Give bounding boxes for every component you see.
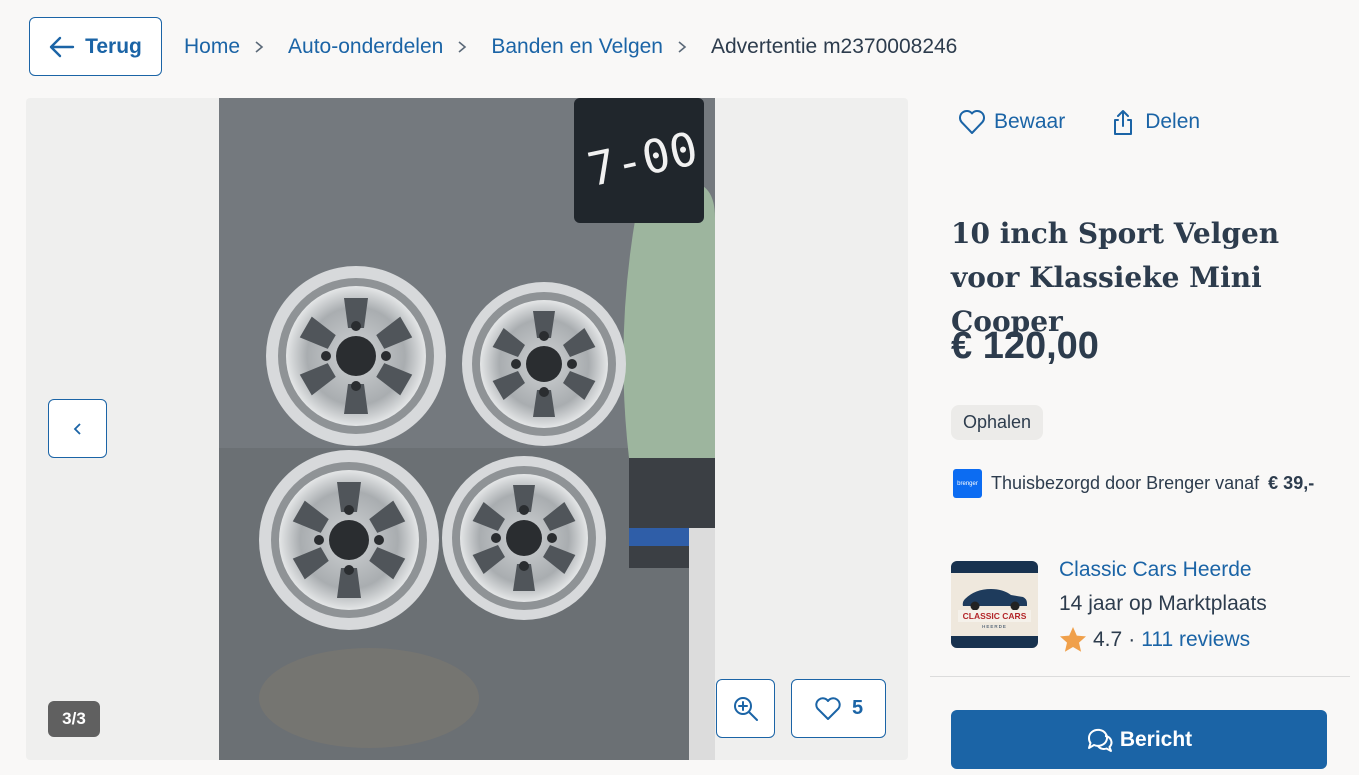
save-button[interactable]: Bewaar [958, 108, 1065, 136]
seller-card: CLASSIC CARS HEERDE Classic Cars Heerde … [951, 558, 1341, 658]
zoom-in-icon [733, 696, 758, 721]
breadcrumb: Home Auto-onderdelen Banden en Velgen Ad… [184, 32, 957, 62]
listing-photo[interactable]: 7-00 [219, 98, 715, 760]
share-icon [1114, 110, 1133, 135]
zoom-button[interactable] [716, 679, 775, 738]
delivery-info: brenger Thuisbezorgd door Brenger vanaf … [953, 469, 1314, 498]
share-button-label: Delen [1145, 110, 1201, 133]
seller-membership: 14 jaar op Marktplaats [1059, 592, 1267, 615]
share-button[interactable]: Delen [1109, 108, 1200, 136]
delivery-price: € 39,- [1268, 473, 1315, 493]
heart-icon [959, 110, 985, 134]
previous-image-button[interactable] [48, 399, 107, 458]
chevron-right-icon [457, 40, 467, 54]
chat-bubbles-icon [1087, 728, 1113, 752]
chevron-right-icon [677, 40, 687, 54]
heart-icon [815, 696, 841, 720]
image-gallery: 7-00 3/3 5 [26, 98, 908, 760]
breadcrumb-current: Advertentie m2370008246 [711, 35, 958, 58]
rating-value: 4.7 [1093, 627, 1123, 651]
svg-text:CLASSIC CARS: CLASSIC CARS [963, 611, 1027, 621]
seller-avatar[interactable]: CLASSIC CARS HEERDE [951, 561, 1038, 648]
back-button-label: Terug [85, 34, 142, 58]
breadcrumb-home[interactable]: Home [184, 35, 240, 59]
listing-price: € 120,00 [951, 325, 1099, 367]
delivery-method-badge: Ophalen [951, 405, 1044, 440]
breadcrumb-banden-en-velgen[interactable]: Banden en Velgen [491, 35, 663, 59]
chevron-right-icon [254, 40, 264, 54]
reviews-link[interactable]: 111 reviews [1141, 628, 1250, 652]
top-navigation: Terug Home Auto-onderdelen Banden en Vel… [0, 0, 1359, 95]
delivery-text: Thuisbezorgd door Brenger vanaf [991, 473, 1260, 493]
divider [930, 676, 1350, 677]
arrow-left-icon [49, 36, 75, 57]
listing-actions: Bewaar Delen [958, 108, 1200, 136]
breadcrumb-auto-onderdelen[interactable]: Auto-onderdelen [288, 35, 443, 59]
message-button-label: Bericht [1119, 727, 1193, 751]
message-button[interactable]: Bericht [951, 710, 1327, 769]
star-icon [1060, 627, 1086, 652]
brenger-logo-icon: brenger [953, 469, 982, 498]
back-button[interactable]: Terug [29, 17, 162, 76]
rating-separator: · [1128, 627, 1136, 651]
chevron-left-icon [73, 422, 81, 435]
seller-name-link[interactable]: Classic Cars Heerde [1059, 558, 1252, 582]
image-counter: 3/3 [48, 701, 100, 737]
seller-rating: 4.7 · 111 reviews [1059, 626, 1250, 653]
favorites-count: 5 [851, 697, 864, 719]
favorites-button[interactable]: 5 [791, 679, 886, 738]
svg-text:HEERDE: HEERDE [982, 624, 1007, 629]
save-button-label: Bewaar [994, 110, 1066, 133]
